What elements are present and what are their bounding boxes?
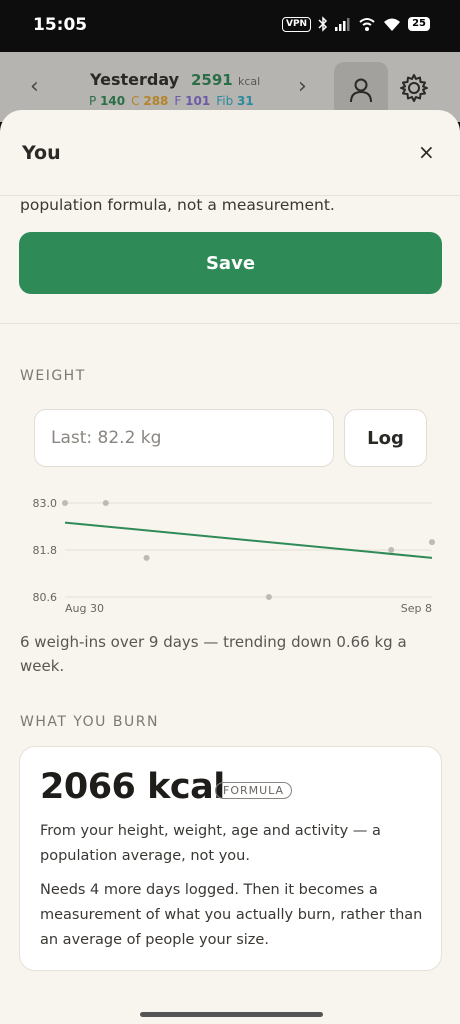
macro-protein: P 140	[89, 94, 126, 108]
burn-value: 2066 kcal	[40, 767, 225, 807]
formula-badge: FORMULA	[215, 782, 293, 799]
burn-note: Needs 4 more days logged. Then it become…	[40, 882, 423, 948]
home-indicator[interactable]	[140, 1012, 323, 1017]
y-tick-label: 81.8	[33, 544, 58, 557]
y-tick-label: 80.6	[33, 591, 58, 604]
vpn-icon: VPN	[281, 16, 312, 32]
weight-input[interactable]: Last: 82.2 kg	[34, 409, 334, 467]
close-button[interactable]: ×	[418, 140, 435, 164]
save-button[interactable]: Save	[19, 232, 442, 294]
formula-note: population formula, not a measurement.	[20, 196, 335, 214]
weight-point	[388, 547, 395, 553]
kcal-unit: kcal	[237, 75, 261, 88]
day-label: Yesterday	[90, 70, 180, 89]
x-tick-label: Sep 8	[401, 602, 432, 615]
log-weight-button[interactable]: Log	[344, 409, 427, 467]
weight-point	[265, 594, 272, 600]
weight-point	[102, 500, 109, 506]
sheet-title: You	[22, 142, 61, 164]
macro-fat: F 101	[174, 94, 211, 108]
next-day-button[interactable]: ›	[298, 74, 307, 99]
previous-day-button[interactable]: ‹	[30, 74, 39, 99]
divider	[0, 323, 460, 324]
wifi-icon	[383, 17, 401, 32]
kcal-total: 2591 kcal	[191, 71, 261, 89]
weight-trend-text: 6 weigh-ins over 9 days — trending down …	[20, 633, 407, 675]
y-tick-label: 83.0	[33, 497, 58, 510]
bluetooth-icon	[318, 16, 328, 32]
header-separator: ·	[176, 72, 180, 86]
x-tick-label: Aug 30	[65, 602, 104, 615]
status-bar: 15:05 VPN 25	[0, 0, 460, 52]
settings-button[interactable]	[398, 72, 430, 108]
profile-sheet: You × population formula, not a measurem…	[0, 110, 460, 1024]
weight-chart: 83.0 81.8 80.6 Aug 30 Sep 8	[33, 497, 435, 615]
burn-section-label: WHAT YOU BURN	[20, 714, 159, 730]
macro-fiber: Fib 31	[216, 94, 254, 108]
person-icon	[350, 78, 372, 103]
signal-icon	[335, 17, 351, 31]
burn-description: From your height, weight, age and activi…	[40, 823, 381, 864]
macro-carbs: C 288	[131, 94, 169, 108]
weight-point	[62, 500, 68, 506]
gear-icon	[400, 74, 428, 102]
sheet-header: You ×	[0, 110, 460, 196]
weight-point	[143, 554, 150, 561]
trend-line	[64, 521, 433, 559]
battery-icon: 25	[408, 17, 430, 31]
status-icons: VPN 25	[281, 16, 430, 32]
status-time: 15:05	[33, 15, 88, 35]
macro-summary: P 140 C 288 F 101 Fib 31	[89, 94, 254, 108]
burn-card: 2066 kcal FORMULA From your height, weig…	[19, 746, 442, 971]
weight-point	[429, 539, 435, 546]
wifi-call-icon	[358, 17, 376, 32]
weight-section-label: WEIGHT	[20, 368, 86, 384]
